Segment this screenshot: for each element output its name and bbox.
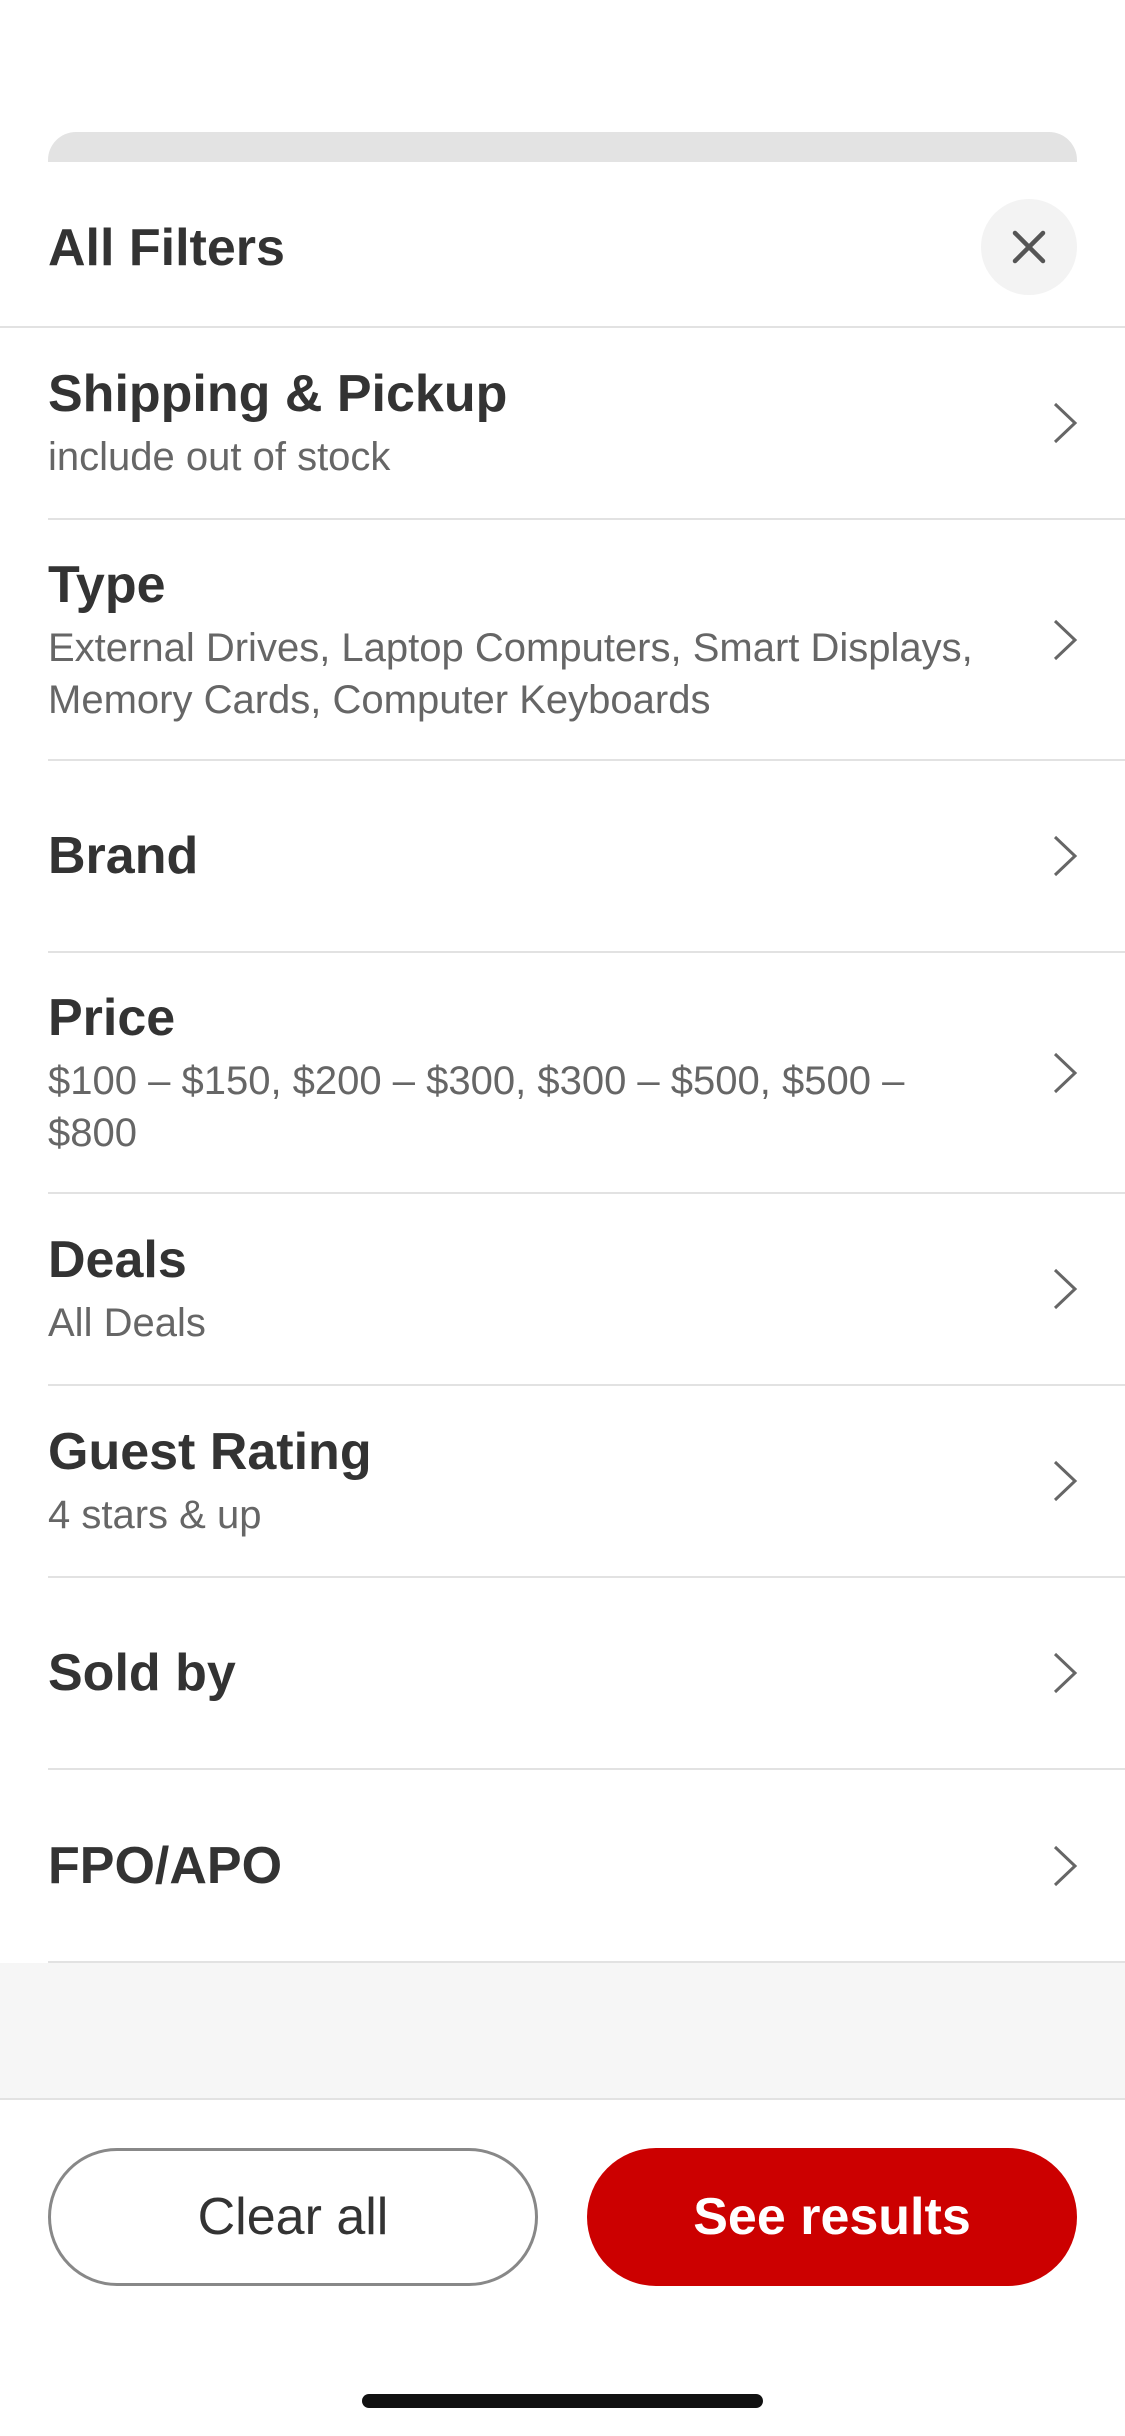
filter-row-shipping-pickup[interactable]: Shipping & Pickup include out of stock xyxy=(48,328,1125,520)
filters-header: All Filters xyxy=(0,162,1125,328)
clear-all-button[interactable]: Clear all xyxy=(48,2148,538,2286)
filter-text: Price $100 – $150, $200 – $300, $300 – $… xyxy=(48,987,978,1159)
filter-list: Shipping & Pickup include out of stock T… xyxy=(0,328,1125,1963)
sheet-top-edge xyxy=(48,132,1077,162)
filter-text: FPO/APO xyxy=(48,1835,978,1897)
filter-title: Shipping & Pickup xyxy=(48,365,508,423)
filter-title: FPO/APO xyxy=(48,1836,283,1895)
filter-subtitle: 4 stars & up xyxy=(48,1493,262,1537)
filter-row-deals[interactable]: Deals All Deals xyxy=(48,1194,1125,1386)
chevron-right-icon xyxy=(1052,1844,1078,1888)
filter-text: Deals All Deals xyxy=(48,1229,978,1349)
filter-subtitle: All Deals xyxy=(48,1301,206,1345)
filter-text: Type External Drives, Laptop Computers, … xyxy=(48,554,978,726)
filter-row-price[interactable]: Price $100 – $150, $200 – $300, $300 – $… xyxy=(48,953,1125,1194)
filter-row-brand[interactable]: Brand xyxy=(48,761,1125,953)
close-icon xyxy=(1012,230,1046,264)
chevron-right-icon xyxy=(1052,1459,1078,1503)
chevron-right-icon xyxy=(1052,834,1078,878)
chevron-right-icon xyxy=(1052,1651,1078,1695)
filter-title: Sold by xyxy=(48,1644,236,1702)
list-bottom-spacer xyxy=(0,1963,1125,2100)
filter-footer: Clear all See results xyxy=(0,2100,1125,2436)
filter-row-sold-by[interactable]: Sold by xyxy=(48,1578,1125,1770)
chevron-right-icon xyxy=(1052,1051,1078,1095)
filter-text: Brand xyxy=(48,825,978,887)
filter-title: Guest Rating xyxy=(48,1423,372,1481)
filter-title: Brand xyxy=(48,827,199,885)
filter-title: Price xyxy=(48,988,176,1047)
filter-subtitle: External Drives, Laptop Computers, Smart… xyxy=(48,625,973,722)
filter-text: Guest Rating 4 stars & up xyxy=(48,1421,978,1541)
close-button[interactable] xyxy=(981,199,1077,295)
filter-text: Sold by xyxy=(48,1642,978,1704)
filter-subtitle: $100 – $150, $200 – $300, $300 – $500, $… xyxy=(48,1058,905,1155)
filter-text: Shipping & Pickup include out of stock xyxy=(48,363,978,483)
filter-row-fpo-apo[interactable]: FPO/APO xyxy=(48,1770,1125,1963)
filter-title: Deals xyxy=(48,1231,187,1289)
page-title: All Filters xyxy=(48,219,285,277)
home-indicator[interactable] xyxy=(362,2394,763,2408)
filter-row-guest-rating[interactable]: Guest Rating 4 stars & up xyxy=(48,1386,1125,1578)
filter-subtitle: include out of stock xyxy=(48,435,391,479)
chevron-right-icon xyxy=(1052,401,1078,445)
filter-row-type[interactable]: Type External Drives, Laptop Computers, … xyxy=(48,520,1125,761)
filter-title: Type xyxy=(48,555,166,614)
chevron-right-icon xyxy=(1052,1267,1078,1311)
chevron-right-icon xyxy=(1052,618,1078,662)
see-results-button[interactable]: See results xyxy=(587,2148,1077,2286)
